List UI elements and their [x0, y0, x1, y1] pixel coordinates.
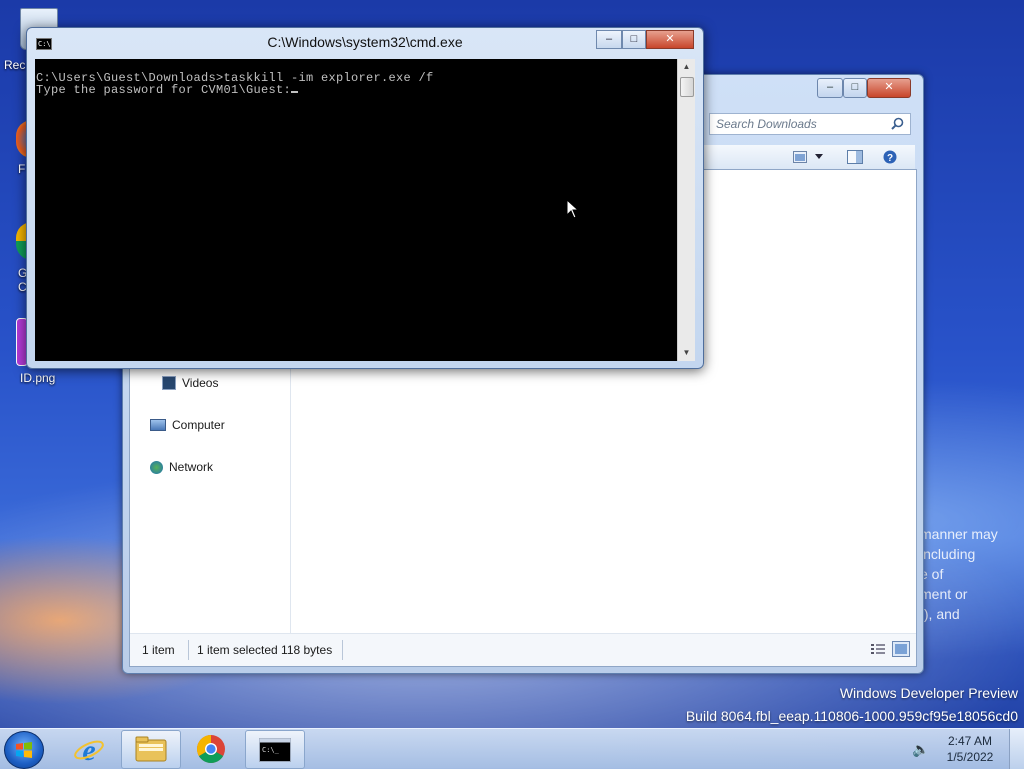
cmd-maximize-button[interactable]: □	[622, 30, 646, 49]
console-scrollbar[interactable]: ▲ ▼	[677, 59, 695, 361]
nav-item-label: Videos	[182, 376, 219, 390]
status-divider	[342, 640, 343, 660]
search-placeholder: Search Downloads	[716, 117, 817, 131]
computer-icon	[150, 419, 166, 431]
clock-date: 1/5/2022	[946, 750, 994, 764]
network-icon	[150, 460, 163, 474]
command-prompt-icon: C:\_	[259, 738, 291, 762]
svg-text:?: ?	[887, 153, 893, 164]
search-icon	[891, 117, 904, 130]
nav-item-network[interactable]: Network	[150, 460, 213, 474]
taskbar: e C:\_ 🔈 2:47 AM 1/5/2022	[0, 728, 1024, 769]
nav-item-computer[interactable]: Computer	[150, 418, 225, 432]
desktop-background-text: including	[920, 546, 976, 562]
cmd-minimize-button[interactable]: –	[596, 30, 622, 49]
details-view-icon[interactable]	[871, 643, 885, 655]
desktop-background-text: f), and	[920, 606, 960, 622]
status-item-count: 1 item	[142, 643, 175, 657]
svg-text:e: e	[82, 734, 95, 764]
explorer-close-button[interactable]: ✕	[867, 78, 911, 98]
cmd-close-button[interactable]: ✕	[646, 30, 694, 49]
chevron-down-icon[interactable]	[815, 154, 823, 160]
scroll-up-button[interactable]: ▲	[678, 59, 695, 75]
console-line: Type the password for CVM01\Guest:	[36, 83, 292, 97]
watermark-build: Build 8064.fbl_eeap.110806-1000.959cf95e…	[685, 708, 1018, 724]
cmd-window[interactable]: C:\ C:\Windows\system32\cmd.exe – □ ✕ C:…	[26, 27, 704, 369]
taskbar-item-chrome[interactable]	[182, 730, 240, 767]
taskbar-item-internet-explorer[interactable]: e	[60, 730, 118, 767]
system-clock[interactable]: 2:47 AM 1/5/2022	[940, 733, 1000, 765]
watermark-title: Windows Developer Preview	[839, 685, 1018, 701]
nav-item-label: Network	[169, 460, 214, 474]
console-line-password-prompt: Type the password for CVM01\Guest:	[36, 83, 299, 97]
svg-text:C:\_: C:\_	[262, 746, 280, 754]
chrome-icon	[197, 735, 225, 763]
scroll-thumb[interactable]	[680, 77, 694, 97]
internet-explorer-icon: e	[74, 734, 104, 764]
text-cursor	[291, 91, 299, 93]
mouse-pointer-icon	[566, 199, 580, 219]
start-button[interactable]	[4, 731, 44, 769]
taskbar-item-file-explorer[interactable]	[121, 730, 181, 769]
videos-icon	[162, 376, 176, 390]
volume-icon[interactable]: 🔈	[912, 741, 929, 758]
taskbar-item-cmd[interactable]: C:\_	[245, 730, 305, 769]
explorer-maximize-button[interactable]: □	[843, 78, 867, 98]
nav-item-label: Computer	[172, 418, 225, 432]
explorer-minimize-button[interactable]: –	[817, 78, 843, 98]
status-divider	[188, 640, 189, 660]
status-selection: 1 item selected 118 bytes	[197, 643, 333, 657]
desktop-background-text: manner may	[920, 526, 998, 542]
status-bar: 1 item 1 item selected 118 bytes	[130, 633, 916, 666]
nav-item-videos[interactable]: Videos	[162, 376, 218, 390]
folder-icon	[135, 736, 167, 762]
desktop-background-text: ment or	[920, 586, 968, 602]
help-icon[interactable]: ?	[883, 150, 897, 164]
show-desktop-button[interactable]	[1009, 729, 1024, 769]
clock-time: 2:47 AM	[947, 734, 993, 748]
large-icons-view-icon[interactable]	[892, 641, 910, 657]
console-output[interactable]: C:\Users\Guest\Downloads>taskkill -im ex…	[35, 59, 677, 361]
search-input[interactable]: Search Downloads	[709, 113, 911, 135]
windows-logo-icon	[16, 742, 32, 758]
desktop-icon-label: ID.png	[20, 371, 56, 385]
change-view-icon[interactable]	[793, 151, 807, 163]
preview-pane-icon[interactable]	[847, 150, 863, 164]
scroll-down-button[interactable]: ▼	[678, 345, 695, 361]
